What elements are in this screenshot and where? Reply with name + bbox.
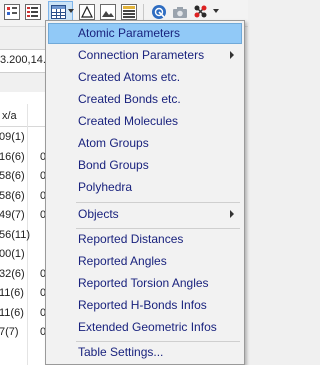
grid-cell: 16(6): [0, 150, 25, 163]
image-icon[interactable]: [100, 4, 116, 20]
menu-item-label: Extended Geometric Infos: [78, 320, 217, 334]
menu-item-reported-torsion-angles[interactable]: Reported Torsion Angles: [48, 273, 242, 294]
menu-item-label: Atomic Parameters: [78, 26, 181, 40]
chevron-right-icon: [230, 51, 234, 59]
grid-cell: 00(1): [0, 248, 25, 260]
chevron-right-icon: [230, 210, 234, 218]
menu-item-reported-distances[interactable]: Reported Distances: [48, 229, 242, 250]
report-icon[interactable]: [121, 4, 137, 20]
menu-item-label: Table Settings...: [78, 345, 164, 359]
menu-separator: [76, 202, 240, 203]
address-field: 3.200,14.: [0, 49, 50, 73]
grid-cell: 32(6): [0, 267, 25, 280]
menu-item-label: Reported H-Bonds Infos: [78, 298, 207, 312]
menu-item-reported-angles[interactable]: Reported Angles: [48, 251, 242, 272]
menu-item-label: Polyhedra: [78, 180, 133, 194]
menu-item-label: Reported Angles: [78, 254, 167, 268]
menu-item-created-atoms[interactable]: Created Atoms etc.: [48, 67, 242, 88]
table-icon[interactable]: [51, 4, 67, 20]
table-dropdown-menu: Atomic Parameters Connection Parameters …: [45, 20, 245, 365]
menu-item-label: Connection Parameters: [78, 48, 205, 62]
menu-item-atom-groups[interactable]: Atom Groups: [48, 133, 242, 154]
menu-item-extended-geometric-infos[interactable]: Extended Geometric Infos: [48, 317, 242, 338]
grid-cell: 58(6): [0, 189, 25, 202]
grid-cell: 11(6): [0, 306, 24, 319]
menu-item-reported-hbonds[interactable]: Reported H-Bonds Infos: [48, 295, 242, 316]
menu-item-label: Reported Distances: [78, 232, 184, 246]
menu-item-label: Created Atoms etc.: [78, 70, 181, 84]
grid-cell: 09(1): [0, 131, 25, 143]
menu-item-label: Bond Groups: [78, 158, 149, 172]
menu-item-label: Created Bonds etc.: [78, 92, 181, 106]
menu-item-bond-groups[interactable]: Bond Groups: [48, 155, 242, 176]
triangle-plot-icon[interactable]: [79, 4, 95, 20]
help-icon[interactable]: [151, 4, 167, 20]
list-view-icon[interactable]: [25, 4, 41, 20]
menu-item-table-settings[interactable]: Table Settings...: [48, 342, 242, 363]
menu-item-polyhedra[interactable]: Polyhedra: [48, 177, 242, 198]
menu-item-objects[interactable]: Objects: [48, 204, 242, 225]
molecule-icon[interactable]: [193, 4, 209, 20]
menu-item-connection-parameters[interactable]: Connection Parameters: [48, 45, 242, 66]
camera-icon[interactable]: [172, 4, 188, 20]
toolbar-separator: [143, 4, 144, 21]
menu-item-atomic-parameters[interactable]: Atomic Parameters: [48, 23, 242, 44]
grid-cell: 11(6): [0, 287, 24, 299]
menu-item-created-molecules[interactable]: Created Molecules: [48, 111, 242, 132]
grid-cell: 56(11): [0, 228, 30, 241]
menu-item-created-bonds[interactable]: Created Bonds etc.: [48, 89, 242, 110]
column-header: x/a: [2, 110, 17, 122]
grid-cell: 7(7): [0, 326, 19, 338]
menu-item-label: Reported Torsion Angles: [78, 276, 209, 290]
menu-item-label: Objects: [78, 207, 119, 221]
menu-item-label: Atom Groups: [78, 136, 149, 150]
grid-cell: 49(7): [0, 209, 25, 221]
address-text: 3.200,14.: [0, 54, 46, 66]
grid-header: x/a: [0, 104, 50, 127]
menu-item-label: Created Molecules: [78, 114, 179, 128]
atom-list-icon[interactable]: [4, 4, 20, 20]
grid-cell: 58(6): [0, 170, 25, 182]
chevron-down-icon[interactable]: [68, 9, 74, 13]
chevron-down-icon[interactable]: [213, 9, 219, 13]
